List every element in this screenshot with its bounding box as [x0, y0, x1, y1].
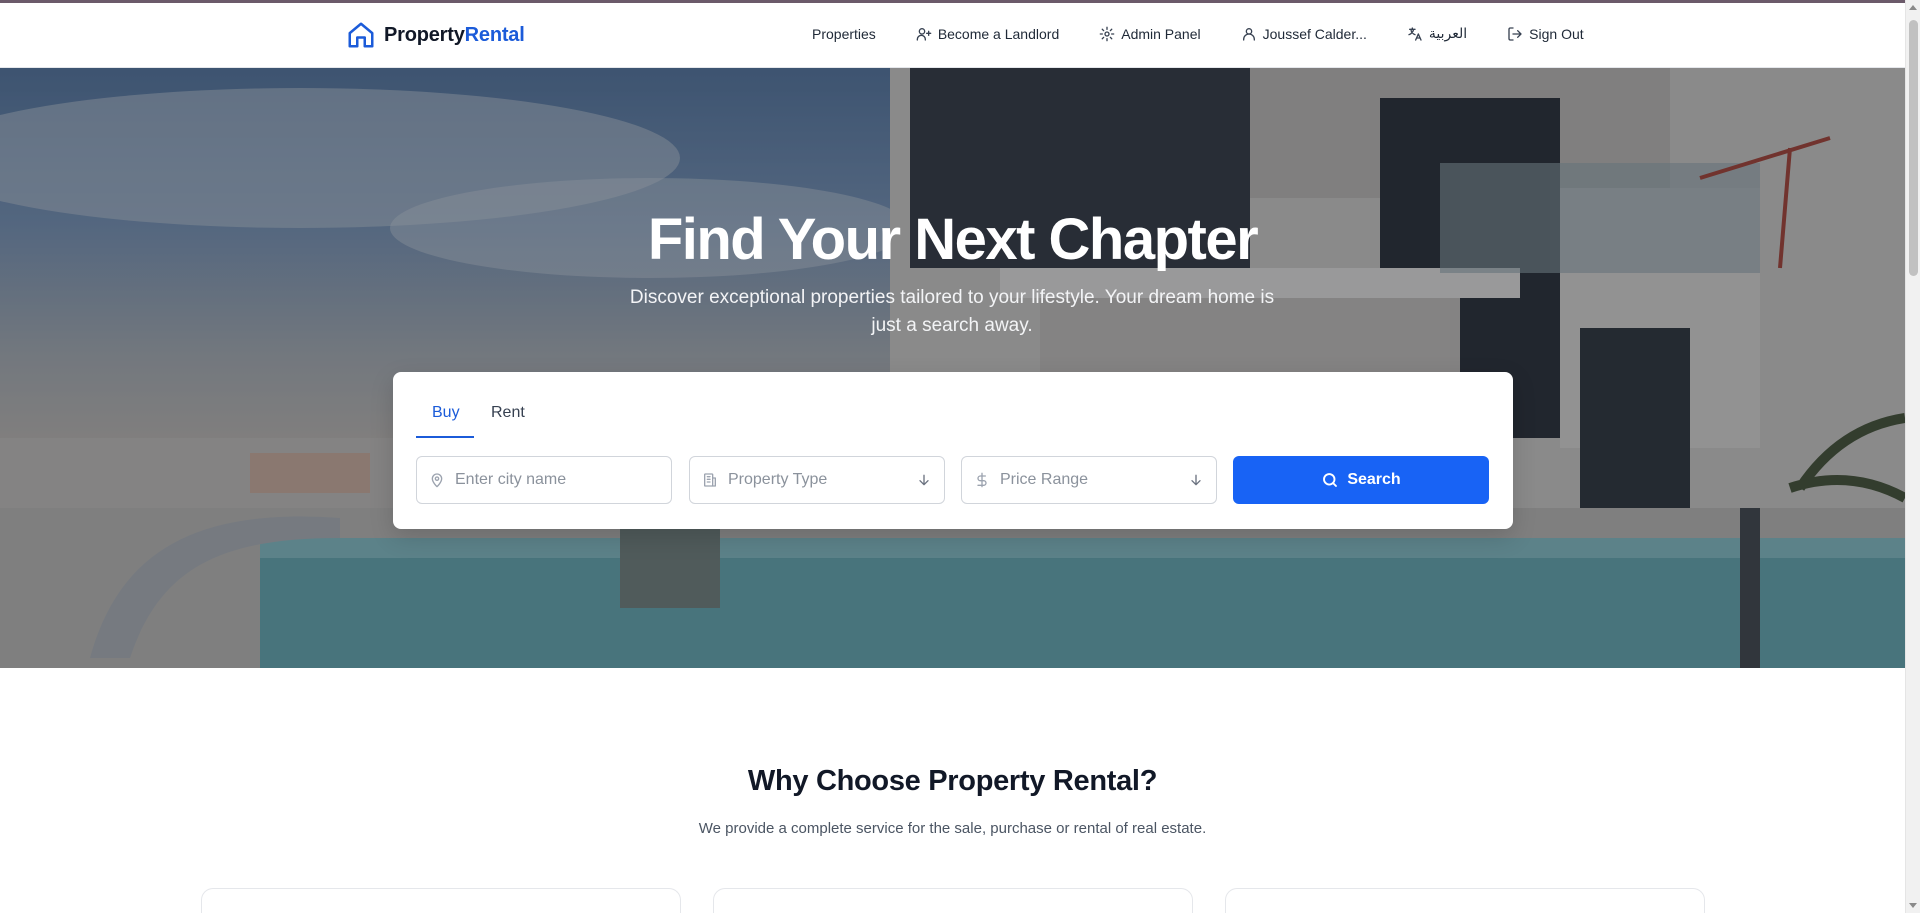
site-header: PropertyRental Properties Become a Landl… [0, 3, 1905, 68]
logo-text: PropertyRental [384, 24, 525, 47]
nav-sign-out-label: Sign Out [1529, 25, 1584, 42]
why-section-title: Why Choose Property Rental? [747, 765, 1158, 797]
feature-card [1225, 888, 1705, 913]
why-section-subtitle: We provide a complete service for the sa… [698, 820, 1207, 837]
city-input[interactable] [455, 471, 655, 489]
feature-card [201, 888, 681, 913]
map-pin-icon [431, 473, 443, 488]
translate-icon [1408, 26, 1422, 41]
property-type-label: Property Type [728, 471, 828, 488]
nav-become-landlord[interactable]: Become a Landlord [916, 26, 1059, 42]
building-icon [704, 473, 716, 487]
search-icon [1323, 473, 1338, 487]
logo-text-property: Property [384, 23, 465, 46]
tab-rent[interactable]: Rent [491, 404, 525, 422]
price-range-select[interactable]: Price Range [961, 456, 1217, 504]
dollar-icon [977, 472, 987, 488]
scroll-up-arrow-icon[interactable] [1909, 5, 1917, 10]
hero-section: Find Your Next Chapter Discover exceptio… [0, 68, 1905, 668]
nav-user-label: Joussef Calder... [1262, 25, 1367, 42]
page-scrollbar[interactable] [1905, 0, 1920, 913]
feature-card [713, 888, 1193, 913]
property-type-select[interactable]: Property Type [689, 456, 945, 504]
user-plus-icon [916, 27, 932, 41]
logo-text-rental: Rental [464, 23, 525, 46]
hero-subtitle: Discover exceptional properties tailored… [629, 287, 1275, 336]
nav-properties[interactable]: Properties [812, 26, 876, 42]
search-button-label: Search [1347, 471, 1401, 488]
city-field[interactable] [416, 456, 672, 504]
search-button[interactable]: Search [1233, 456, 1489, 504]
user-icon [1242, 27, 1255, 41]
active-tab-indicator [416, 436, 474, 438]
logo-link[interactable]: PropertyRental [346, 20, 525, 50]
price-range-label: Price Range [1000, 471, 1089, 488]
gear-icon [1099, 26, 1115, 41]
log-out-icon [1508, 26, 1522, 41]
hero-title: Find Your Next Chapter [647, 207, 1259, 272]
search-card: Buy Rent Property Type Price Range Searc… [393, 372, 1513, 529]
scroll-down-arrow-icon[interactable] [1909, 903, 1917, 908]
nav-language[interactable]: العربية [1407, 25, 1467, 42]
home-icon [348, 22, 374, 48]
nav-admin-panel-label: Admin Panel [1121, 25, 1201, 42]
nav-admin-panel[interactable]: Admin Panel [1099, 25, 1201, 42]
arrow-down-icon [919, 474, 929, 486]
hero-overlay [0, 68, 1905, 668]
nav-language-label: العربية [1428, 25, 1468, 41]
scrollbar-thumb[interactable] [1909, 20, 1918, 276]
tab-buy[interactable]: Buy [432, 404, 460, 422]
main-nav: Properties Become a Landlord Admin Panel… [812, 25, 1584, 42]
nav-become-landlord-label: Become a Landlord [937, 25, 1060, 42]
arrow-down-icon [1191, 474, 1201, 486]
nav-properties-label: Properties [812, 25, 876, 42]
nav-sign-out[interactable]: Sign Out [1507, 25, 1584, 42]
nav-user-profile[interactable]: Joussef Calder... [1241, 26, 1367, 42]
